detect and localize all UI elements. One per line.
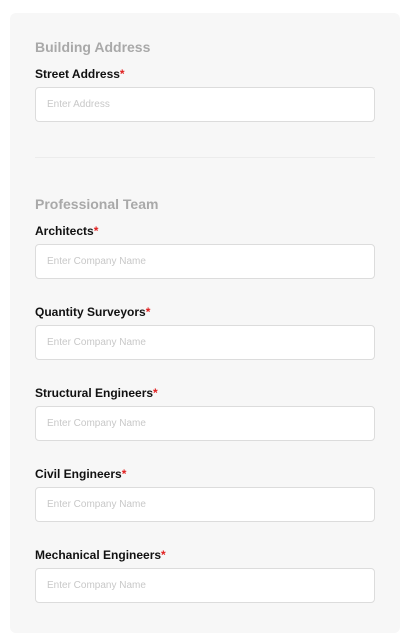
mechanical-engineers-label: Mechanical Engineers* (35, 548, 166, 562)
civil-engineers-label-text: Civil Engineers (35, 467, 122, 481)
required-asterisk: * (153, 386, 158, 400)
architects-input[interactable] (35, 244, 375, 279)
street-address-label-text: Street Address (35, 67, 120, 81)
section-title-professional-team: Professional Team (35, 196, 159, 212)
mechanical-engineers-label-text: Mechanical Engineers (35, 548, 162, 562)
structural-engineers-input[interactable] (35, 406, 375, 441)
civil-engineers-label: Civil Engineers* (35, 467, 126, 481)
structural-engineers-label-text: Structural Engineers (35, 386, 154, 400)
required-asterisk: * (145, 305, 151, 319)
civil-engineers-input[interactable] (35, 487, 375, 522)
section-divider (35, 157, 375, 158)
form-card: Building Address Street Address* Profess… (10, 13, 400, 633)
required-asterisk: * (161, 548, 166, 562)
street-address-label: Street Address* (35, 67, 125, 81)
quantity-surveyors-input[interactable] (35, 325, 375, 360)
architects-label: Architects* (35, 224, 98, 238)
street-address-input[interactable] (35, 87, 375, 122)
quantity-surveyors-label: Quantity Surveyors* (35, 305, 150, 319)
structural-engineers-label: Structural Engineers* (35, 386, 158, 400)
architects-label-text: Architects (35, 224, 94, 238)
required-asterisk: * (93, 224, 99, 238)
required-asterisk: * (121, 467, 127, 481)
required-asterisk: * (119, 67, 125, 81)
section-title-building-address: Building Address (35, 39, 151, 55)
mechanical-engineers-input[interactable] (35, 568, 375, 603)
quantity-surveyors-label-text: Quantity Surveyors (35, 305, 146, 319)
